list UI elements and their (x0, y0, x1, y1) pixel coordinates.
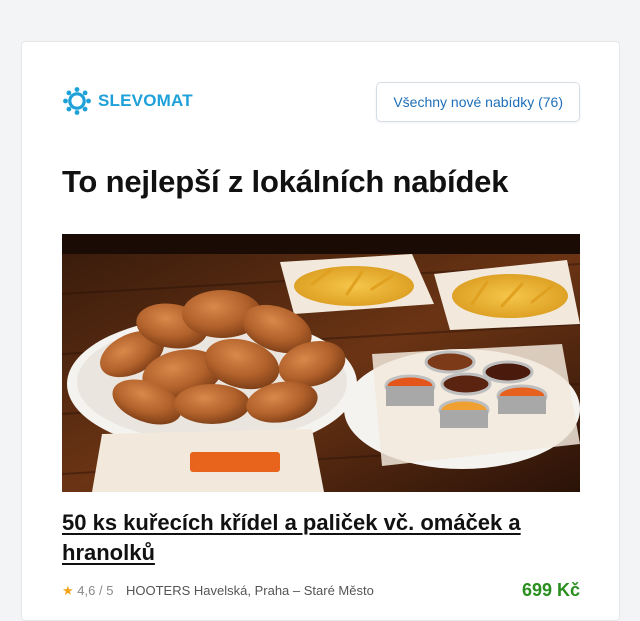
merchant-location: HOOTERS Havelská, Praha – Staré Město (126, 583, 374, 598)
section-title: To nejlepší z lokálních nabídek (62, 164, 509, 199)
rating-value: 4,6 / 5 (77, 583, 114, 598)
brand-name: SLEVOMAT (98, 91, 193, 110)
star-icon: ★ (62, 583, 74, 598)
deal-meta: ★ 4,6 / 5 HOOTERS Havelská, Praha – Star… (62, 580, 580, 602)
brand-logo[interactable]: SLEVOMAT (62, 86, 193, 116)
rating: ★ 4,6 / 5 (62, 583, 113, 599)
gear-logo-icon (63, 87, 91, 115)
deal-price: 699 Kč (521, 580, 580, 600)
deal-image[interactable] (62, 234, 580, 492)
email-card: SLEVOMAT Všechny nové nabídky (76) To ne… (21, 41, 620, 621)
deal-title-link[interactable]: 50 ks kuřecích křídel a paliček vč. omáč… (62, 508, 580, 568)
header: SLEVOMAT Všechny nové nabídky (76) (62, 82, 580, 122)
all-offers-button[interactable]: Všechny nové nabídky (76) (376, 82, 580, 122)
